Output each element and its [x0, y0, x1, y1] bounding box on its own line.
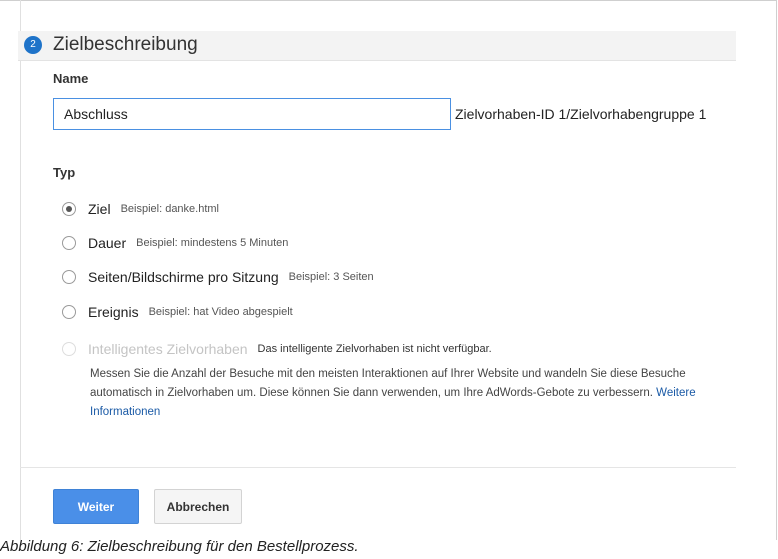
- type-option-ziel[interactable]: Ziel Beispiel: danke.html: [62, 199, 219, 219]
- option-label: Seiten/Bildschirme pro Sitzung: [88, 269, 279, 285]
- continue-button[interactable]: Weiter: [53, 489, 139, 524]
- step-connector-line: [20, 0, 21, 540]
- radio-dauer[interactable]: [62, 236, 76, 250]
- option-example: Beispiel: hat Video abgespielt: [148, 306, 293, 318]
- option-label: Ereignis: [88, 304, 139, 320]
- step-title: Zielbeschreibung: [53, 34, 198, 55]
- type-option-intelligent: Intelligentes Zielvorhaben Das intellige…: [62, 339, 492, 359]
- radio-intelligent-disabled: [62, 342, 76, 356]
- divider: [20, 467, 736, 468]
- option-label: Intelligentes Zielvorhaben: [88, 341, 248, 357]
- step-number-badge: 2: [24, 36, 42, 54]
- type-option-dauer[interactable]: Dauer Beispiel: mindestens 5 Minuten: [62, 233, 288, 253]
- option-example: Beispiel: danke.html: [120, 203, 220, 215]
- cancel-button[interactable]: Abbrechen: [154, 489, 242, 524]
- goal-name-input[interactable]: [53, 98, 451, 130]
- option-example: Das intelligente Zielvorhaben ist nicht …: [257, 343, 492, 355]
- radio-seiten[interactable]: [62, 270, 76, 284]
- figure-caption: Abbildung 6: Zielbeschreibung für den Be…: [0, 538, 359, 555]
- goal-id-text: Zielvorhaben-ID 1/Zielvorhabengruppe 1: [455, 106, 707, 122]
- type-option-ereignis[interactable]: Ereignis Beispiel: hat Video abgespielt: [62, 302, 293, 322]
- smart-goal-description: Messen Sie die Anzahl der Besuche mit de…: [90, 365, 730, 422]
- option-label: Ziel: [88, 201, 111, 217]
- radio-ereignis[interactable]: [62, 305, 76, 319]
- option-example: Beispiel: 3 Seiten: [288, 271, 374, 283]
- name-label: Name: [53, 71, 89, 86]
- smart-goal-description-text: Messen Sie die Anzahl der Besuche mit de…: [90, 368, 686, 399]
- radio-ziel[interactable]: [62, 202, 76, 216]
- option-label: Dauer: [88, 235, 127, 251]
- type-option-seiten[interactable]: Seiten/Bildschirme pro Sitzung Beispiel:…: [62, 267, 374, 287]
- option-example: Beispiel: mindestens 5 Minuten: [136, 237, 289, 249]
- type-label: Typ: [53, 165, 76, 180]
